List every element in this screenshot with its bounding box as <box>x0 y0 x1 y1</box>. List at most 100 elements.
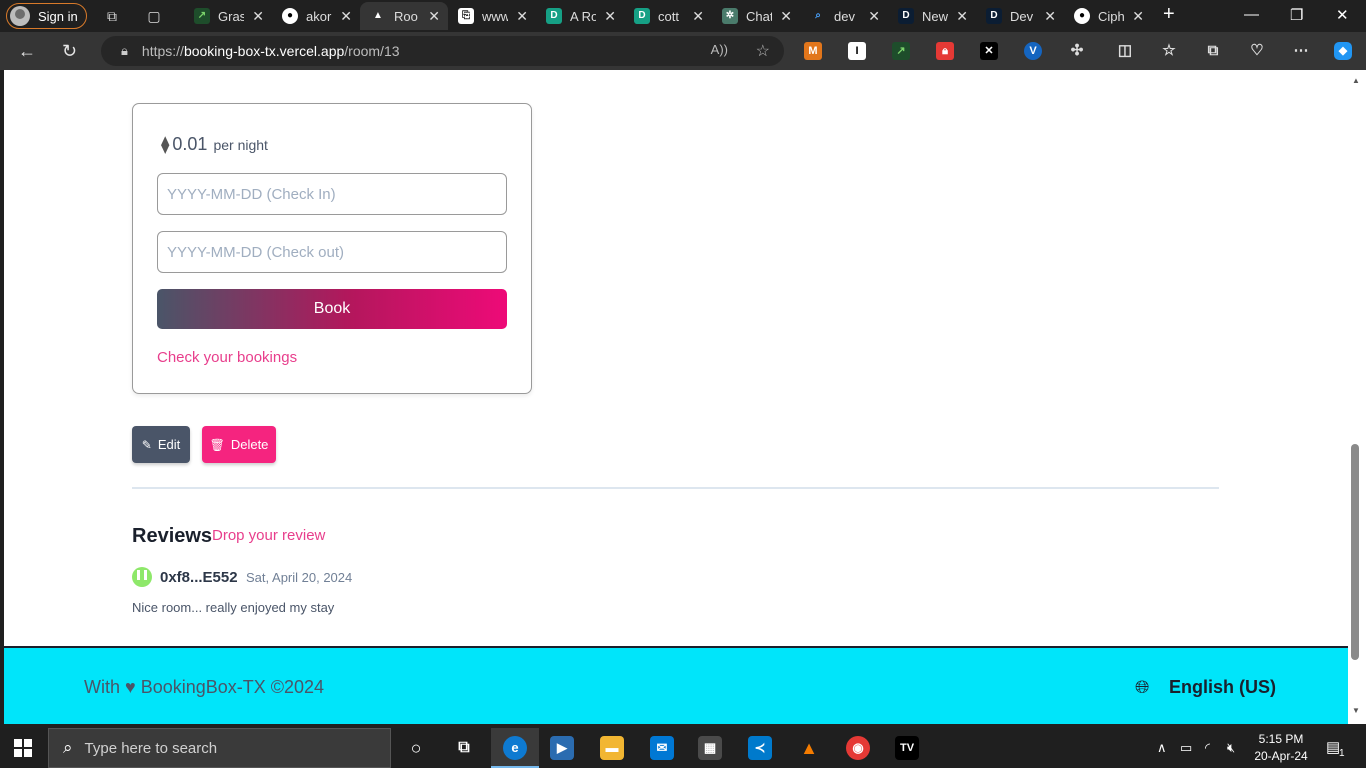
close-tab-icon[interactable]: ✕ <box>1044 8 1056 25</box>
close-tab-icon[interactable]: ✕ <box>956 8 968 25</box>
url-path: /room/13 <box>344 43 400 59</box>
tab-10[interactable]: ● Ciph ✕ <box>1064 2 1152 30</box>
extensions-icon[interactable]: ✣ <box>1068 42 1086 60</box>
task-view-icon[interactable]: ⧉ <box>452 736 476 760</box>
copilot-icon[interactable]: ◆ <box>1334 42 1352 60</box>
clock-time: 5:15 PM <box>1258 732 1304 746</box>
close-tab-icon[interactable]: ✕ <box>516 8 528 25</box>
scroll-up-icon[interactable]: ▲ <box>1352 76 1360 85</box>
vscode-icon[interactable]: ≺ <box>748 736 772 760</box>
favorites-icon[interactable]: ☆ <box>1160 42 1178 60</box>
instapaper-icon[interactable]: I <box>848 42 866 60</box>
password-lock-icon[interactable]: 🔒︎ <box>936 42 954 60</box>
close-tab-icon[interactable]: ✕ <box>252 8 264 25</box>
page-scrollbar[interactable]: ▲ ▼ <box>1348 70 1366 724</box>
back-icon[interactable]: ← <box>18 41 36 61</box>
address-toolbar: ← ↻ 🔒︎ https://booking-box-tx.vercel.app… <box>0 32 1366 70</box>
drop-review-link[interactable]: Drop your review <box>212 527 325 544</box>
read-aloud-icon[interactable]: A)) <box>711 42 728 57</box>
check-bookings-link[interactable]: Check your bookings <box>157 349 297 366</box>
check-in-input[interactable] <box>157 173 507 215</box>
workspaces-icon[interactable]: ⧉ <box>104 8 120 24</box>
show-hidden-icons-icon[interactable]: ∧ <box>1157 740 1167 756</box>
split-screen-icon[interactable]: ◫ <box>1116 42 1134 60</box>
tab-6[interactable]: ✲ Chat ✕ <box>712 2 800 30</box>
search-icon: ⌕ <box>63 738 73 757</box>
ethereum-icon: ⧫ <box>161 135 170 154</box>
booking-card: ⧫ 0.01 per night Book Check your booking… <box>132 103 532 394</box>
media-player-icon[interactable]: ▶ <box>550 736 574 760</box>
tab-1[interactable]: ● akor ✕ <box>272 2 360 30</box>
close-tab-icon[interactable]: ✕ <box>428 8 440 25</box>
close-tab-icon[interactable]: ✕ <box>604 8 616 25</box>
close-tab-icon[interactable]: ✕ <box>692 8 704 25</box>
more-menu-icon[interactable]: ⋯ <box>1292 42 1310 60</box>
battery-icon[interactable]: ▭ <box>1180 740 1192 756</box>
search-icon: ⌕ <box>815 10 821 21</box>
refresh-icon[interactable]: ↻ <box>62 41 77 61</box>
new-tab-icon[interactable]: + <box>1163 3 1175 26</box>
grass-extension-icon[interactable]: ↗ <box>892 42 910 60</box>
volume-mute-icon[interactable]: 🔇︎ <box>1227 740 1235 756</box>
github-icon: ● <box>1074 8 1090 24</box>
price-amount: 0.01 <box>172 134 208 154</box>
url-host: booking-box-tx.vercel.app <box>183 43 345 59</box>
chrome-icon[interactable]: ◉ <box>846 736 870 760</box>
section-divider <box>132 487 1219 489</box>
close-window-icon[interactable]: ✕ <box>1336 6 1349 24</box>
scroll-down-icon[interactable]: ▼ <box>1352 706 1360 715</box>
close-tab-icon[interactable]: ✕ <box>780 8 792 25</box>
check-out-input[interactable] <box>157 231 507 273</box>
tab-2-active[interactable]: ▲ Roo ✕ <box>360 2 448 30</box>
cortana-icon[interactable]: ○ <box>404 736 428 760</box>
windows-start-icon[interactable] <box>14 739 32 757</box>
collections-icon[interactable]: ⧉ <box>1204 42 1222 60</box>
book-button[interactable]: Book <box>157 289 507 329</box>
taskbar-search-placeholder: Type here to search <box>84 739 218 757</box>
edit-button[interactable]: ✎ Edit <box>132 426 190 463</box>
mail-icon[interactable]: ✉ <box>650 736 674 760</box>
metamask-icon[interactable]: M <box>804 42 822 60</box>
sign-in-button[interactable]: Sign in <box>6 3 87 29</box>
tab-4[interactable]: D A Ro ✕ <box>536 2 624 30</box>
close-tab-icon[interactable]: ✕ <box>340 8 352 25</box>
tab-8[interactable]: D New ✕ <box>888 2 976 30</box>
tab-0[interactable]: ↗ Gras ✕ <box>184 2 272 30</box>
notification-count: 1 <box>1339 748 1345 759</box>
github-icon: ● <box>282 8 298 24</box>
close-tab-icon[interactable]: ✕ <box>1132 8 1144 25</box>
favorite-star-icon[interactable]: ☆ <box>756 41 770 61</box>
price-line: ⧫ 0.01 per night <box>161 134 268 155</box>
tradingview-icon[interactable]: TV <box>895 736 919 760</box>
minimize-icon[interactable]: — <box>1244 6 1259 23</box>
v-extension-icon[interactable]: V <box>1024 42 1042 60</box>
language-selector[interactable]: English (US) <box>1169 677 1276 698</box>
tab-3[interactable]: ⎘ www ✕ <box>448 2 536 30</box>
tab-9[interactable]: D Dev ✕ <box>976 2 1064 30</box>
file-explorer-icon[interactable]: ▬ <box>600 736 624 760</box>
vlc-icon[interactable]: ▲ <box>797 736 821 760</box>
d-icon: D <box>546 8 562 24</box>
scrollbar-thumb[interactable] <box>1351 444 1359 660</box>
reviews-heading: Reviews <box>132 525 213 547</box>
taskbar-search[interactable]: ⌕ Type here to search <box>48 728 391 768</box>
tab-7[interactable]: ⌕ dev ✕ <box>800 2 888 30</box>
pencil-icon: ✎ <box>141 437 152 452</box>
globe-icon[interactable]: 🌐︎ <box>1135 677 1149 698</box>
okx-icon[interactable]: ✕ <box>980 42 998 60</box>
close-tab-icon[interactable]: ✕ <box>868 8 880 25</box>
browser-essentials-icon[interactable]: ♡ <box>1248 42 1266 60</box>
d-icon: D <box>898 8 914 24</box>
clock-date: 20-Apr-24 <box>1254 749 1308 763</box>
tab-actions-icon[interactable]: ▢ <box>146 8 162 24</box>
trash-icon: 🗑︎ <box>209 437 225 452</box>
restore-icon[interactable]: ❐ <box>1290 6 1303 24</box>
store-icon[interactable]: ▦ <box>698 736 722 760</box>
edge-icon[interactable]: e <box>503 736 527 760</box>
tab-5[interactable]: D cott ✕ <box>624 2 712 30</box>
delete-button[interactable]: 🗑︎ Delete <box>202 426 276 463</box>
wifi-icon[interactable]: ◜ <box>1205 740 1210 756</box>
footer-copyright: With ♥ BookingBox-TX ©2024 <box>84 677 325 697</box>
taskbar-clock[interactable]: 5:15 PM 20-Apr-24 <box>1252 731 1310 765</box>
address-bar[interactable]: 🔒︎ https://booking-box-tx.vercel.app/roo… <box>101 36 784 66</box>
